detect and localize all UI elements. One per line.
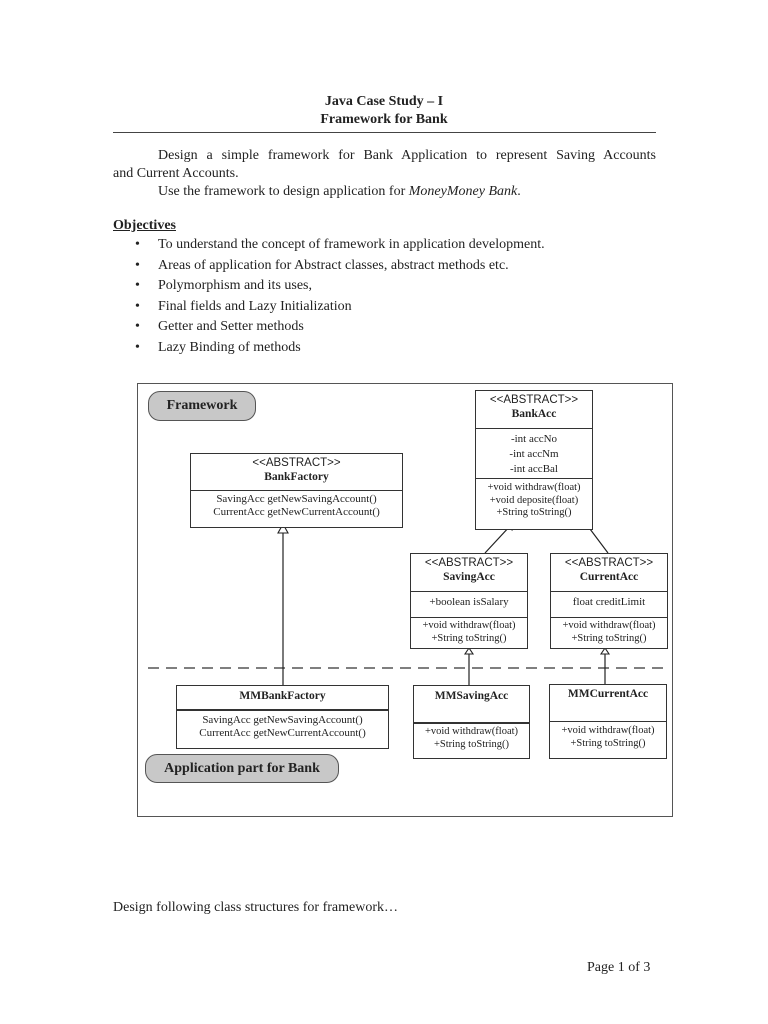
class-method: +String toString() <box>431 632 507 644</box>
class-method: SavingAcc getNewSavingAccount() <box>202 714 363 726</box>
intro-period: . <box>517 184 521 199</box>
objective-item: • Lazy Binding of methods <box>113 338 653 359</box>
objective-text: Polymorphism and its uses, <box>158 278 313 293</box>
objective-item: • Areas of application for Abstract class… <box>113 256 653 277</box>
class-method: +void withdraw(float) <box>487 482 581 493</box>
closing-text: Design following class structures for fr… <box>113 900 398 915</box>
header-divider <box>113 132 656 133</box>
class-mmbankfactory: MMBankFactory SavingAcc getNewSavingAcco… <box>176 685 389 749</box>
class-method: CurrentAcc getNewCurrentAccount() <box>213 506 380 518</box>
class-bankacc: <<ABSTRACT>> BankAcc -int accNo -int acc… <box>475 390 593 530</box>
class-name: CurrentAcc <box>579 571 639 583</box>
class-bankfactory: <<ABSTRACT>> BankFactory SavingAcc getNe… <box>190 453 403 528</box>
intro-line-3: Use the framework to design application … <box>113 183 656 201</box>
class-mmsavingacc: MMSavingAcc +void withdraw(float) +Strin… <box>413 685 530 759</box>
objective-text: Final fields and Lazy Initialization <box>158 298 352 314</box>
objective-item: • To understand the concept of framework … <box>113 235 653 256</box>
bullet-icon: • <box>135 298 140 314</box>
objective-text: To understand the concept of framework i… <box>158 237 545 252</box>
class-method: +void withdraw(float) <box>562 620 656 631</box>
objective-text: Getter and Setter methods <box>158 319 304 334</box>
page-number: Page 1 of 3 <box>587 960 651 975</box>
objectives-heading: Objectives <box>113 218 176 233</box>
bullet-icon: • <box>135 257 140 273</box>
class-method: +void withdraw(float) <box>561 725 655 736</box>
objectives-list: • To understand the concept of framework … <box>113 235 653 358</box>
class-method: SavingAcc getNewSavingAccount() <box>216 493 377 505</box>
class-name: MMBankFactory <box>239 690 326 702</box>
class-field: -int accBal <box>510 463 558 475</box>
class-field: -int accNm <box>509 448 559 460</box>
class-field: +boolean isSalary <box>429 596 509 608</box>
class-name: BankFactory <box>264 471 329 483</box>
bullet-icon: • <box>135 319 140 334</box>
class-savingacc: <<ABSTRACT>> SavingAcc +boolean isSalary… <box>410 553 528 649</box>
bullet-icon: • <box>135 237 140 252</box>
class-method: +String toString() <box>433 738 510 750</box>
class-method: +void withdraw(float) <box>422 620 516 631</box>
bullet-icon: • <box>135 278 140 293</box>
class-name: MMSavingAcc <box>434 690 509 702</box>
objective-item: • Final fields and Lazy Initialization <box>113 297 653 318</box>
class-name: MMCurrentAcc <box>567 688 649 700</box>
class-name: BankAcc <box>511 408 557 420</box>
stereotype-label: <<ABSTRACT>> <box>252 457 341 469</box>
stereotype-label: <<ABSTRACT>> <box>489 394 579 406</box>
objective-text: Areas of application for Abstract classe… <box>158 257 509 273</box>
class-method: CurrentAcc getNewCurrentAccount() <box>199 727 366 739</box>
class-field: -int accNo <box>510 433 558 445</box>
objective-item: • Getter and Setter methods <box>113 317 653 338</box>
class-method: +String toString() <box>496 507 572 518</box>
bank-name: MoneyMoney Bank <box>408 184 518 199</box>
class-mmcurrentacc: MMCurrentAcc +void withdraw(float) +Stri… <box>549 684 667 759</box>
objective-text: Lazy Binding of methods <box>158 339 301 355</box>
intro-line-2: and Current Accounts. <box>113 166 239 181</box>
intro-line-1: Design a simple framework for Bank Appli… <box>158 148 656 163</box>
class-method: +void deposite(float) <box>489 494 579 506</box>
document-subtitle: Framework for Bank <box>320 112 448 127</box>
intro-paragraph: Design a simple framework for Bank Appli… <box>113 147 656 201</box>
document-title: Java Case Study – I <box>324 94 444 109</box>
bullet-icon: • <box>135 339 140 355</box>
class-method: +String toString() <box>570 737 646 749</box>
class-method: +void withdraw(float) <box>424 726 519 737</box>
stereotype-label: <<ABSTRACT>> <box>424 557 514 569</box>
framework-label: Framework <box>148 391 256 421</box>
class-currentacc: <<ABSTRACT>> CurrentAcc float creditLimi… <box>550 553 668 649</box>
class-field: float creditLimit <box>572 596 646 608</box>
class-method: +String toString() <box>571 632 647 644</box>
intro-text: Use the framework to design application … <box>158 184 409 199</box>
objective-item: • Polymorphism and its uses, <box>113 276 653 297</box>
class-name: SavingAcc <box>443 571 495 583</box>
application-part-label: Application part for Bank <box>145 754 339 783</box>
stereotype-label: <<ABSTRACT>> <box>564 557 654 569</box>
